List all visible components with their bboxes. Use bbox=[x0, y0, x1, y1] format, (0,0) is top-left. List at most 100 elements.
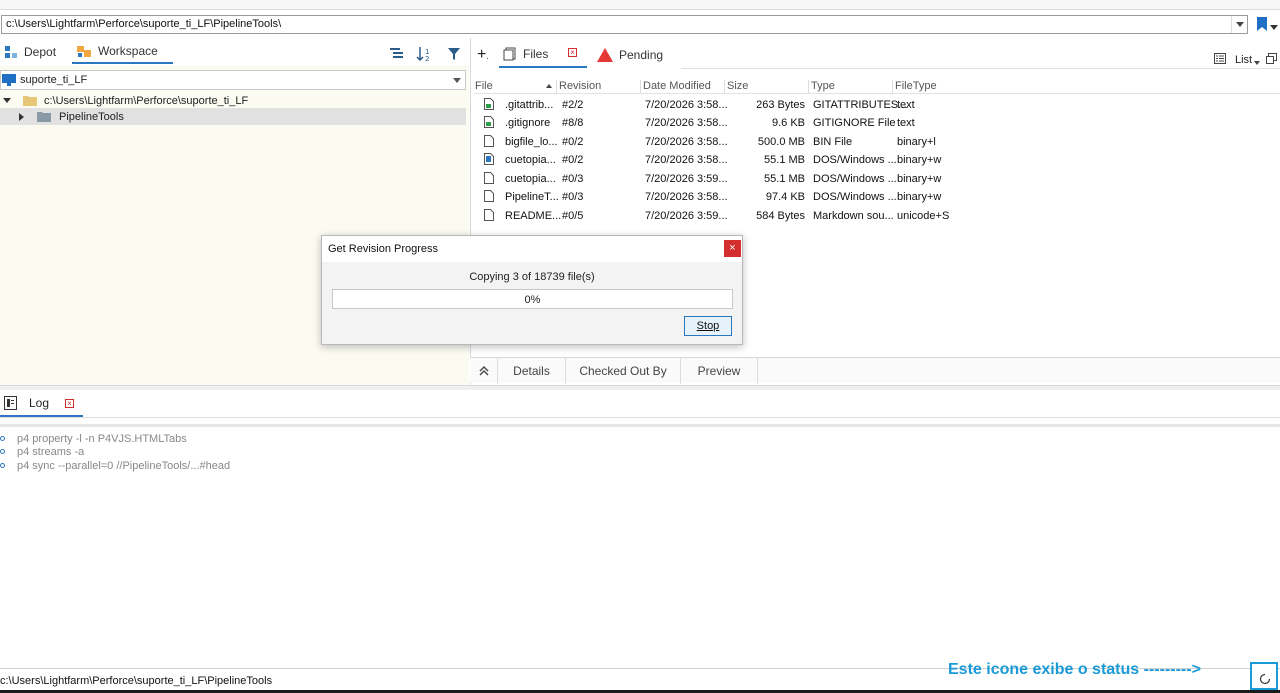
expand-down-icon[interactable] bbox=[3, 98, 11, 103]
restore-window-icon[interactable] bbox=[1266, 53, 1277, 64]
tab-depot[interactable]: Depot bbox=[0, 40, 70, 64]
column-header-file[interactable]: File bbox=[475, 80, 493, 94]
file-size: 500.0 MB bbox=[757, 136, 805, 148]
progress-bar: 0% bbox=[332, 289, 733, 309]
log-entry-text: p4 property -l -n P4VJS.HTMLTabs bbox=[17, 432, 187, 445]
log-entry-text: p4 sync --parallel=0 //PipelineTools/...… bbox=[17, 459, 231, 472]
expand-right-icon[interactable] bbox=[19, 112, 24, 121]
address-dropdown-button[interactable] bbox=[1231, 16, 1247, 33]
tree-options-icon[interactable] bbox=[389, 47, 405, 61]
tab-log[interactable]: Log × bbox=[0, 391, 83, 417]
file-filetype: binary+l bbox=[897, 136, 936, 148]
tab-workspace[interactable]: Workspace bbox=[72, 40, 173, 64]
file-revision: #0/3 bbox=[562, 191, 584, 203]
file-size: 9.6 KB bbox=[771, 117, 805, 129]
bookmark-dropdown-icon[interactable] bbox=[1270, 25, 1278, 30]
file-revision: #2/2 bbox=[562, 99, 584, 111]
tab-log-label: Log bbox=[29, 396, 50, 410]
svg-text:2: 2 bbox=[425, 55, 429, 62]
close-log-icon[interactable]: × bbox=[65, 399, 74, 408]
filter-icon[interactable] bbox=[447, 47, 461, 61]
column-header-revision[interactable]: Revision bbox=[559, 80, 601, 94]
log-bullet-icon bbox=[0, 449, 5, 454]
synced-file-icon bbox=[484, 116, 494, 128]
tab-pending-label: Pending bbox=[619, 48, 664, 62]
file-revision: #0/2 bbox=[562, 154, 584, 166]
log-entry: p4 sync --parallel=0 //PipelineTools/...… bbox=[0, 459, 230, 472]
column-divider bbox=[808, 80, 809, 94]
table-row[interactable]: README... #0/5 7/20/2026 3:59... 584 Byt… bbox=[474, 207, 1280, 225]
file-name: .gitattrib... bbox=[505, 99, 554, 111]
tree-root-node[interactable]: c:\Users\Lightfarm\Perforce\suporte_ti_L… bbox=[0, 92, 466, 109]
file-type: DOS/Windows ... bbox=[813, 191, 897, 203]
column-divider bbox=[556, 80, 557, 94]
path-address-bar[interactable]: c:\Users\Lightfarm\Perforce\suporte_ti_L… bbox=[1, 15, 1248, 34]
dialog-title: Get Revision Progress bbox=[328, 243, 439, 255]
log-icon bbox=[4, 396, 17, 410]
file-name: cuetopia... bbox=[505, 173, 556, 185]
close-icon[interactable]: × bbox=[724, 240, 741, 257]
workspace-selector[interactable]: suporte_ti_LF bbox=[0, 70, 466, 90]
sort-ascending-icon bbox=[546, 84, 552, 88]
file-revision: #0/5 bbox=[562, 210, 584, 222]
folder-icon bbox=[23, 96, 37, 106]
file-size: 55.1 MB bbox=[764, 173, 805, 185]
splitter-handle[interactable] bbox=[0, 385, 1280, 390]
synced-file-icon bbox=[484, 98, 494, 110]
status-annotation: Este icone exibe o status ---------> bbox=[948, 661, 1201, 678]
log-entry-text: p4 streams -a bbox=[17, 445, 85, 458]
path-address-value: c:\Users\Lightfarm\Perforce\suporte_ti_L… bbox=[6, 18, 282, 30]
view-mode-dropdown-icon[interactable] bbox=[1254, 61, 1260, 65]
close-tab-icon[interactable]: × bbox=[568, 48, 577, 57]
tab-pending[interactable]: Pending bbox=[593, 42, 681, 68]
file-date: 7/20/2026 3:58... bbox=[645, 117, 728, 129]
table-row[interactable]: PipelineT... #0/3 7/20/2026 3:58... 97.4… bbox=[474, 188, 1280, 206]
file-type: GITATTRIBUTES... bbox=[813, 99, 908, 111]
file-date: 7/20/2026 3:59... bbox=[645, 173, 728, 185]
view-mode-label[interactable]: List bbox=[1235, 54, 1252, 66]
get-revision-progress-dialog: Get Revision Progress × Copying 3 of 187… bbox=[321, 235, 743, 345]
column-header-type[interactable]: Type bbox=[811, 80, 835, 94]
tab-workspace-label: Workspace bbox=[98, 44, 158, 58]
table-row[interactable]: .gitattrib... #2/2 7/20/2026 3:58... 263… bbox=[474, 96, 1280, 114]
log-bullet-icon bbox=[0, 436, 5, 441]
log-entry: p4 streams -a bbox=[0, 445, 84, 458]
file-date: 7/20/2026 3:58... bbox=[645, 191, 728, 203]
tab-checked-out-by[interactable]: Checked Out By bbox=[566, 358, 681, 384]
bookmark-icon[interactable] bbox=[1257, 17, 1267, 31]
column-header-filetype[interactable]: FileType bbox=[895, 80, 937, 94]
details-tab-bar: Details Checked Out By Preview bbox=[470, 357, 1280, 384]
column-divider bbox=[724, 80, 725, 94]
double-chevron-up-icon bbox=[479, 366, 488, 376]
column-header-date-modified[interactable]: Date Modified bbox=[643, 80, 711, 94]
table-row[interactable]: cuetopia... #0/3 7/20/2026 3:59... 55.1 … bbox=[474, 170, 1280, 188]
pending-warning-icon bbox=[597, 48, 613, 62]
exe-file-icon bbox=[484, 153, 494, 165]
table-row[interactable]: .gitignore #8/8 7/20/2026 3:58... 9.6 KB… bbox=[474, 114, 1280, 132]
sort-icon[interactable]: 1 2 bbox=[416, 46, 436, 62]
tree-root-label: c:\Users\Lightfarm\Perforce\suporte_ti_L… bbox=[44, 94, 249, 107]
file-filetype: unicode+S bbox=[897, 210, 950, 222]
list-view-icon[interactable] bbox=[1214, 53, 1226, 64]
tab-files[interactable]: Files × bbox=[499, 42, 587, 68]
file-type: Markdown sou... bbox=[813, 210, 894, 222]
file-type: GITIGNORE File bbox=[813, 117, 896, 129]
status-indicator[interactable] bbox=[1250, 662, 1278, 690]
tab-preview[interactable]: Preview bbox=[681, 358, 758, 384]
column-divider bbox=[892, 80, 893, 94]
file-size: 55.1 MB bbox=[764, 154, 805, 166]
table-row[interactable]: bigfile_lo... #0/2 7/20/2026 3:58... 500… bbox=[474, 133, 1280, 151]
tree-node-pipelinetools[interactable]: PipelineTools bbox=[0, 108, 466, 125]
tab-details[interactable]: Details bbox=[498, 358, 566, 384]
left-tab-bar: Depot Workspace 1 2 bbox=[0, 38, 469, 65]
table-row[interactable]: cuetopia... #0/2 7/20/2026 3:58... 55.1 … bbox=[474, 151, 1280, 169]
file-date: 7/20/2026 3:58... bbox=[645, 136, 728, 148]
file-size: 263 Bytes bbox=[756, 99, 805, 111]
column-header-size[interactable]: Size bbox=[727, 80, 748, 94]
stop-button[interactable]: Stop bbox=[684, 316, 732, 336]
spinner-icon bbox=[1259, 673, 1271, 685]
collapse-panel-button[interactable] bbox=[470, 358, 498, 384]
tree-node-label: PipelineTools bbox=[59, 110, 124, 123]
workspace-name: suporte_ti_LF bbox=[20, 74, 88, 86]
add-tab-button[interactable]: +. bbox=[477, 46, 489, 64]
